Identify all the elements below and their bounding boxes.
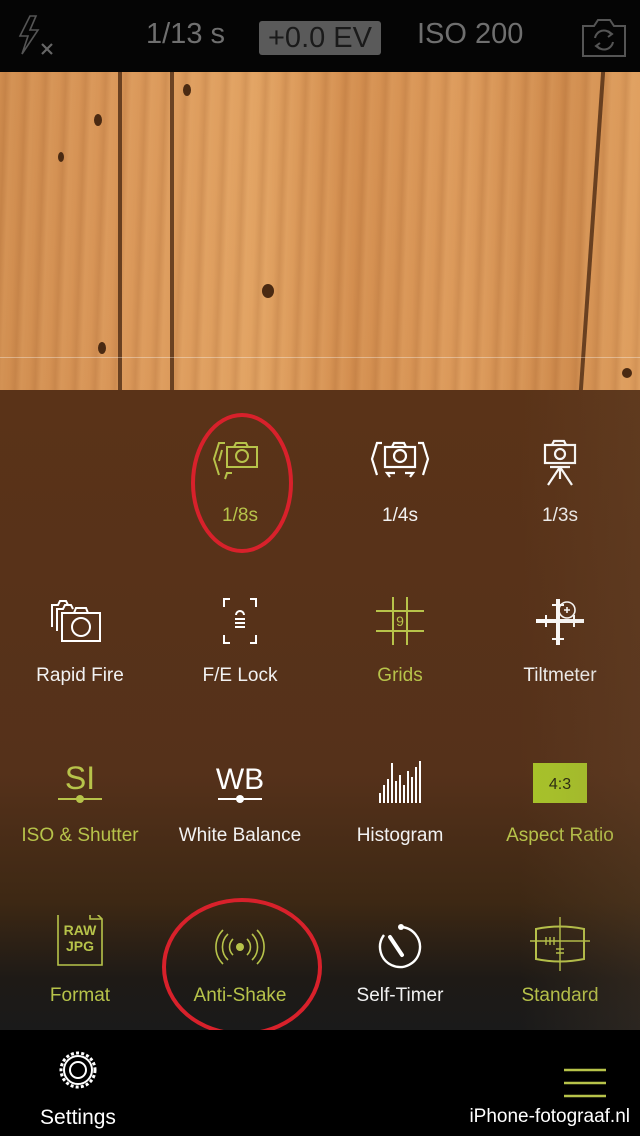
rapid-fire-icon — [51, 600, 101, 642]
wood-seam — [578, 72, 606, 390]
self-timer-icon — [378, 924, 422, 969]
item-label: Anti-Shake — [193, 985, 287, 1006]
gear-icon — [59, 1051, 97, 1089]
handheld-camera-icon — [212, 442, 258, 480]
anti-shake-option-1-8s[interactable]: 1/8s — [160, 435, 320, 555]
white-balance-icon: WB — [216, 763, 264, 803]
wood-knot — [94, 114, 102, 126]
iso-shutter-icon: SI — [58, 760, 102, 803]
grid-line — [0, 357, 640, 358]
aspect-ratio-icon: 4:3 — [533, 763, 587, 803]
fe-lock-button[interactable]: F/E Lock — [160, 595, 320, 715]
tiltmeter-button[interactable]: Tiltmeter — [480, 595, 640, 715]
white-balance-button[interactable]: WB White Balance — [160, 755, 320, 875]
svg-text:9: 9 — [396, 613, 404, 629]
wood-knot — [262, 284, 274, 298]
wood-knot — [58, 152, 64, 162]
standard-mode-button[interactable]: Standard — [480, 915, 640, 1035]
histogram-button[interactable]: Histogram — [320, 755, 480, 875]
standard-mode-icon — [530, 917, 590, 971]
anti-shake-button[interactable]: Anti-Shake — [160, 915, 320, 1035]
top-bar: 1/13 s +0.0 EV ISO 200 — [0, 0, 640, 72]
anti-shake-option-1-3s[interactable]: 1/3s — [480, 435, 640, 555]
item-label: Grids — [377, 665, 423, 686]
settings-panel: 1/8s 1/4s 1/3s Rapid Fire F/E Lock 9 Gri… — [0, 390, 640, 1036]
camera-viewfinder[interactable] — [0, 72, 640, 390]
wood-knot — [183, 84, 191, 96]
settings-button[interactable]: Settings — [28, 1048, 128, 1129]
wood-knot — [622, 368, 632, 378]
watermark-credit: iPhone-fotograaf.nl — [469, 1106, 630, 1127]
wood-seam — [118, 72, 122, 390]
hamburger-menu-icon[interactable] — [562, 1068, 608, 1098]
anti-shake-icon — [215, 929, 265, 965]
item-label: Standard — [521, 985, 599, 1006]
option-label: 1/4s — [382, 505, 418, 526]
item-label: Rapid Fire — [36, 665, 124, 686]
svg-text:RAW: RAW — [64, 922, 97, 938]
svg-text:SI: SI — [65, 760, 95, 796]
histogram-icon — [379, 761, 421, 803]
item-label: Histogram — [356, 825, 444, 846]
rapid-fire-button[interactable]: Rapid Fire — [0, 595, 160, 715]
stabilized-camera-icon — [370, 441, 430, 478]
wood-knot — [98, 342, 106, 354]
fe-lock-icon — [223, 598, 257, 644]
iso-readout[interactable]: ISO 200 — [417, 18, 523, 51]
self-timer-button[interactable]: Self-Timer — [320, 915, 480, 1035]
shutter-speed-readout[interactable]: 1/13 s — [146, 18, 225, 51]
item-label: Format — [49, 985, 111, 1006]
bottom-bar: Settings iPhone-fotograaf.nl — [0, 1030, 640, 1136]
raw-jpg-icon: RAW JPG — [57, 915, 103, 966]
exposure-compensation-button[interactable]: +0.0 EV — [259, 21, 381, 55]
option-label: 1/8s — [222, 505, 258, 526]
tripod-camera-icon — [543, 439, 577, 486]
item-label: White Balance — [178, 825, 302, 846]
svg-text:4:3: 4:3 — [549, 776, 571, 793]
svg-text:JPG: JPG — [66, 938, 94, 954]
iso-shutter-button[interactable]: SI ISO & Shutter — [0, 755, 160, 875]
item-label: F/E Lock — [202, 665, 278, 686]
wood-seam — [170, 72, 174, 390]
item-label: ISO & Shutter — [21, 825, 139, 846]
settings-label: Settings — [40, 1106, 116, 1129]
flash-off-icon[interactable] — [16, 14, 56, 58]
item-label: Self-Timer — [356, 985, 444, 1006]
aspect-ratio-button[interactable]: 4:3 Aspect Ratio — [480, 755, 640, 875]
format-button[interactable]: RAW JPG Format — [0, 915, 160, 1035]
tiltmeter-icon — [536, 599, 584, 645]
grids-button[interactable]: 9 Grids — [320, 595, 480, 715]
option-label: 1/3s — [542, 505, 578, 526]
grid-icon: 9 — [376, 597, 424, 645]
item-label: Aspect Ratio — [506, 825, 614, 846]
item-label: Tiltmeter — [523, 665, 597, 686]
camera-switch-icon[interactable] — [580, 18, 628, 58]
svg-text:WB: WB — [216, 763, 264, 796]
anti-shake-option-1-4s[interactable]: 1/4s — [320, 435, 480, 555]
